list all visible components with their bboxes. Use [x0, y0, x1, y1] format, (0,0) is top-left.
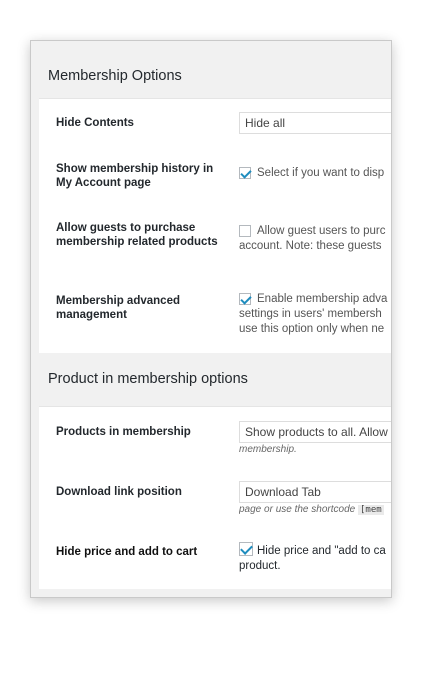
desc-line: Allow guest users to purc [257, 225, 386, 237]
note-text: page or use the shortcode [239, 504, 356, 515]
show-membership-history-desc: Select if you want to disp [239, 166, 391, 181]
desc-line: Enable membership adva [257, 293, 388, 305]
hide-contents-label: Hide Contents [56, 117, 134, 129]
products-in-membership-note: membership. [239, 444, 297, 455]
hide-contents-select[interactable]: Hide all [239, 112, 391, 134]
product-options-header: Product in membership options [39, 353, 391, 407]
product-options-panel: Products in membership Show products to … [39, 407, 391, 589]
download-link-position-label: Download link position [56, 486, 182, 498]
hide-price-label: Hide price and add to cart [56, 546, 198, 558]
desc-line: Select if you want to disp [257, 167, 385, 179]
show-membership-history-label: Show membership history in My Account pa… [56, 163, 214, 189]
allow-guests-desc: Allow guest users to purc account. Note:… [239, 224, 391, 254]
desc-line: settings in users' membersh [239, 308, 382, 320]
download-link-position-select[interactable]: Download Tab [239, 481, 391, 503]
products-in-membership-select[interactable]: Show products to all. Allow [239, 421, 391, 443]
shortcode: [mem [357, 505, 384, 515]
products-in-membership-label: Products in membership [56, 426, 191, 438]
desc-line: Hide price and "add to ca [257, 545, 386, 557]
section-title-product-options: Product in membership options [48, 371, 248, 387]
download-link-position-note: page or use the shortcode [mem [239, 504, 391, 515]
advanced-management-desc: Enable membership adva settings in users… [239, 292, 391, 337]
desc-line: use this option only when ne [239, 323, 385, 335]
desc-line: product. [239, 560, 281, 572]
advanced-management-label: Membership advanced management [56, 295, 180, 321]
membership-options-header: Membership Options [39, 51, 391, 99]
hide-price-desc: Hide price and "add to ca product. [239, 544, 391, 574]
membership-options-panel: Hide Contents Hide all Show membership h… [39, 99, 391, 353]
allow-guests-label: Allow guests to purchase membership rela… [56, 222, 218, 248]
desc-line: account. Note: these guests [239, 240, 382, 252]
section-title-membership-options: Membership Options [48, 68, 182, 84]
settings-window: Membership Options Hide Contents Hide al… [30, 40, 392, 598]
